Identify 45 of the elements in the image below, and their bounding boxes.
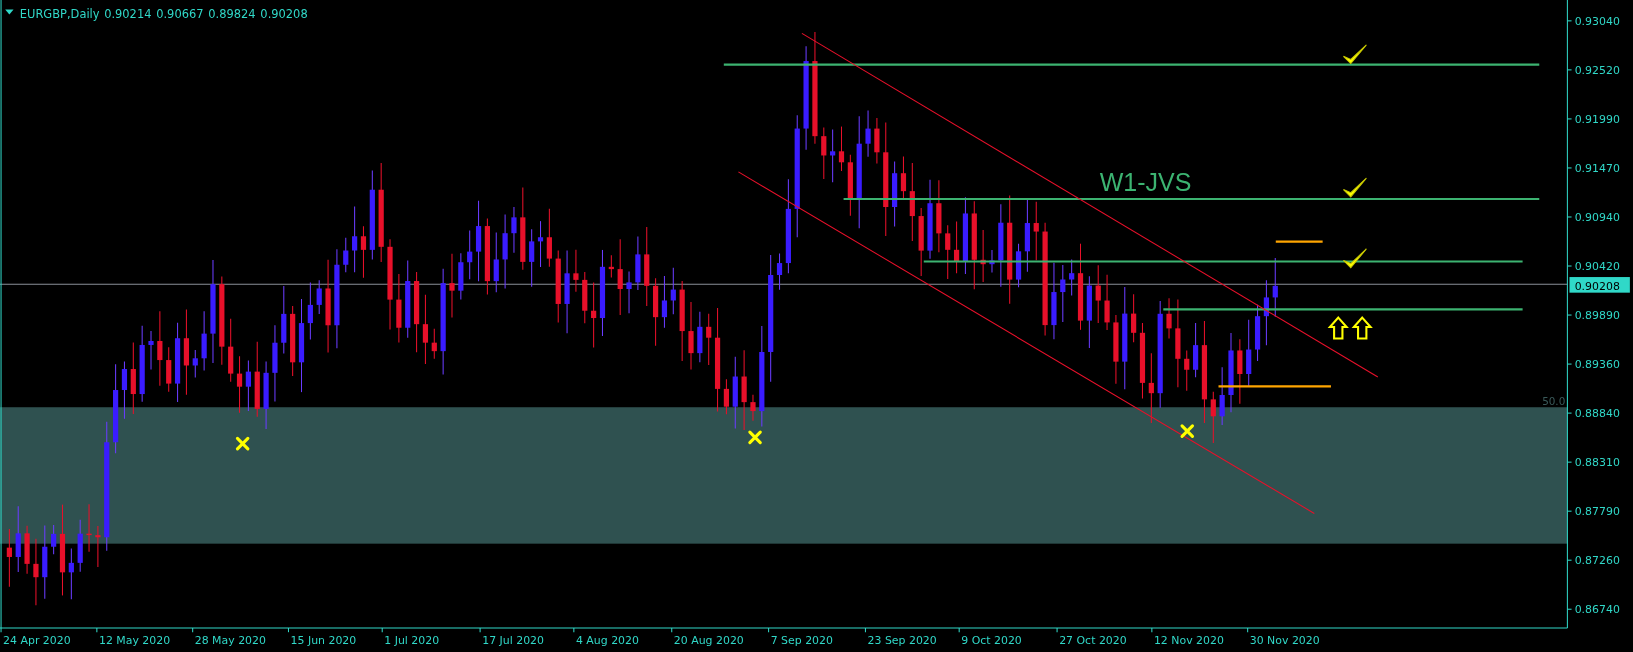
date-axis-label: 12 Nov 2020 [1153,633,1224,647]
ohlc-value: 0.89824 [208,6,256,21]
date-axis-label: 27 Oct 2020 [1059,633,1127,647]
date-axis-label: 17 Jul 2020 [482,633,544,647]
up-arrow-icon [1351,316,1373,340]
current-price-tag: 0.90208 [1569,277,1630,293]
zone-label: 50.0 [1542,395,1566,408]
date-axis-label: 30 Nov 2020 [1249,633,1320,647]
price-axis-label: 0.87260 [1574,554,1620,568]
date-axis-label: 15 Jun 2020 [290,633,357,647]
price-axis-label: 0.87790 [1574,505,1620,519]
date-axis-label: 23 Sep 2020 [867,633,937,647]
date-axis-label: 4 Aug 2020 [575,633,639,647]
cross-icon [235,436,250,451]
price-axis-label: 0.89360 [1574,358,1620,372]
price-axis-label: 0.90940 [1574,211,1620,225]
date-axis-label: 20 Aug 2020 [673,633,744,647]
price-axis-label: 0.88310 [1574,456,1620,470]
price-axis-label: 0.93040 [1574,15,1620,28]
price-axis-label: 0.91470 [1574,162,1620,176]
level-line [1275,240,1323,243]
date-axis-label: 7 Sep 2020 [770,633,833,647]
price-axis-label: 0.86740 [1574,603,1620,617]
price-axis-label: 0.91990 [1574,113,1620,127]
checkmark-icon [1342,177,1367,198]
collapse-triangle-icon [5,9,14,15]
checkmark-icon [1342,44,1367,65]
up-arrow-icon [1327,316,1349,340]
date-axis-label: 24 Apr 2020 [3,633,71,647]
price-axis-label: 0.92520 [1574,64,1620,78]
cross-icon [748,430,762,445]
price-axis-label: 0.90420 [1574,260,1620,274]
cross-icon [1180,424,1194,438]
ohlc-value: 0.90214 [104,6,152,21]
date-axis-label: 1 Jul 2020 [384,633,440,647]
ohlc-value: 0.90667 [156,6,204,21]
price-axis-label: 0.89890 [1574,309,1620,323]
date-axis-label: 12 May 2020 [98,633,171,647]
date-axis-label: 28 May 2020 [194,633,266,647]
date-axis-label: 9 Oct 2020 [961,633,1022,647]
price-axis-label: 0.88840 [1574,407,1620,421]
checkmark-icon [1342,248,1367,269]
ohlc-value: 0.90208 [260,6,308,21]
annotation-label: W1-JVS [1099,167,1192,196]
symbol-label: EURGBP,Daily [19,6,100,21]
